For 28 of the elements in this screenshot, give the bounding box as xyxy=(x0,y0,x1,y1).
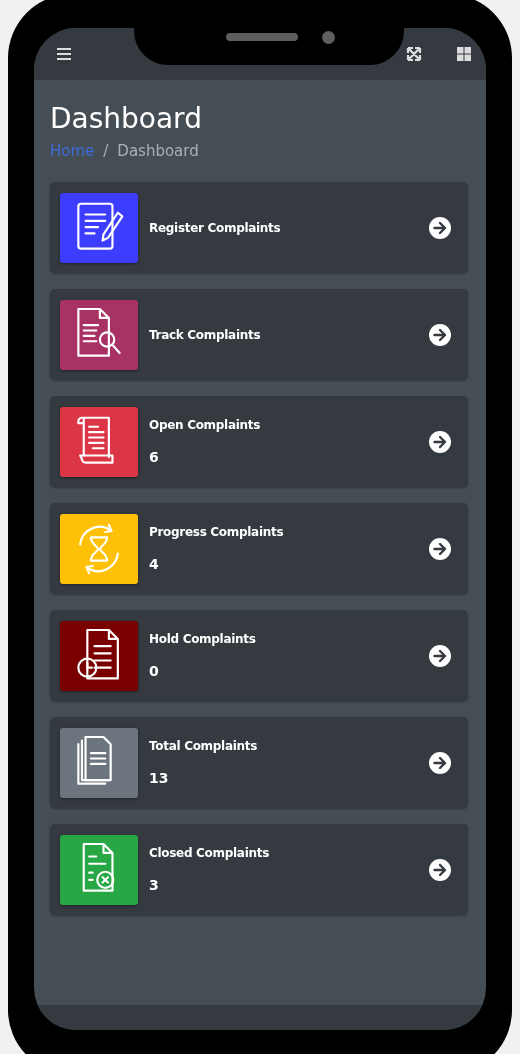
breadcrumb-link[interactable]: Home xyxy=(50,142,95,160)
breadcrumb-separator: / xyxy=(103,142,109,160)
card-label: Track Complaints xyxy=(149,327,261,342)
arrow-circle-icon[interactable] xyxy=(428,750,452,775)
fullscreen-icon[interactable] xyxy=(406,46,422,62)
count-value: 0 xyxy=(149,663,159,679)
arrow-circle-icon[interactable] xyxy=(428,857,452,882)
count-value: 3 xyxy=(149,877,159,893)
arrow-circle-icon[interactable] xyxy=(428,322,452,347)
count-value: 6 xyxy=(149,449,159,465)
arrow-circle-icon[interactable] xyxy=(428,215,452,240)
arrow-circle-icon[interactable] xyxy=(428,643,452,668)
breadcrumb-current: Dashboard xyxy=(117,142,199,160)
card-label: Total Complaints xyxy=(149,739,258,753)
page-title: Dashboard xyxy=(50,102,203,136)
card-label: Closed Complaints xyxy=(149,846,269,860)
menu-icon[interactable] xyxy=(56,46,72,62)
grid-icon[interactable] xyxy=(456,46,472,62)
arrow-circle-icon[interactable] xyxy=(428,536,452,561)
card-label: Register Complaints xyxy=(149,220,281,235)
count-value: 4 xyxy=(149,556,159,572)
card-label: Progress Complaints xyxy=(149,525,284,539)
arrow-circle-icon[interactable] xyxy=(428,429,452,454)
camera-dot xyxy=(322,31,335,44)
count-value: 13 xyxy=(149,770,169,786)
speaker-grille xyxy=(226,33,298,41)
card-label: Open Complaints xyxy=(149,418,261,432)
card-label: Hold Complaints xyxy=(149,632,256,646)
